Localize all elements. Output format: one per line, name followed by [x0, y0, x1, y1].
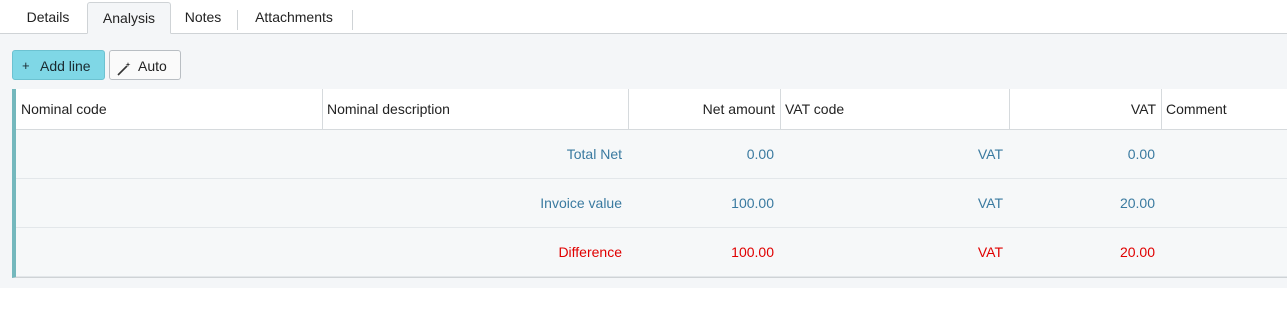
column-header-comment[interactable]: Comment: [1161, 89, 1287, 129]
auto-label: Auto: [138, 58, 167, 74]
add-line-label: Add line: [40, 58, 91, 74]
summary-row-difference: Difference 100.00 VAT 20.00: [16, 228, 1287, 277]
tab-bar: Details Analysis Notes Attachments: [0, 0, 1287, 34]
vat-amount: 20.00: [1119, 195, 1155, 211]
tab-divider: [352, 10, 353, 30]
vat-code: VAT: [977, 195, 1003, 211]
column-header-nominal-code[interactable]: Nominal code: [16, 89, 322, 129]
tab-details[interactable]: Details: [14, 4, 82, 30]
column-header-nominal-description[interactable]: Nominal description: [322, 89, 628, 129]
vat-amount: 0.00: [1127, 146, 1155, 162]
analysis-grid: Nominal code Nominal description Net amo…: [12, 89, 1287, 278]
tab-notes[interactable]: Notes: [176, 4, 230, 30]
grid-header: Nominal code Nominal description Net amo…: [16, 89, 1287, 131]
net-amount: 100.00: [731, 244, 774, 260]
auto-button[interactable]: Auto: [109, 50, 181, 80]
summary-row-total-net: Total Net 0.00 VAT 0.00: [16, 130, 1287, 179]
analysis-panel: + Add line Auto Nominal code Nominal des…: [0, 34, 1287, 288]
tab-analysis[interactable]: Analysis: [87, 2, 171, 34]
vat-amount: 20.00: [1119, 244, 1155, 260]
plus-icon: +: [22, 58, 30, 73]
column-header-vat-code[interactable]: VAT code: [780, 89, 1009, 129]
vat-code: VAT: [977, 146, 1003, 162]
row-label: Difference: [558, 244, 622, 260]
net-amount: 100.00: [731, 195, 774, 211]
add-line-button[interactable]: + Add line: [12, 50, 105, 80]
vat-code: VAT: [977, 244, 1003, 260]
column-header-vat[interactable]: VAT: [1009, 89, 1161, 129]
tab-divider: [237, 10, 238, 30]
column-header-net-amount[interactable]: Net amount: [628, 89, 780, 129]
row-label: Invoice value: [540, 195, 622, 211]
summary-row-invoice-value: Invoice value 100.00 VAT 20.00: [16, 179, 1287, 228]
magic-wand-icon: [116, 58, 132, 88]
net-amount: 0.00: [746, 146, 774, 162]
row-label: Total Net: [566, 146, 622, 162]
tab-attachments[interactable]: Attachments: [242, 4, 346, 30]
